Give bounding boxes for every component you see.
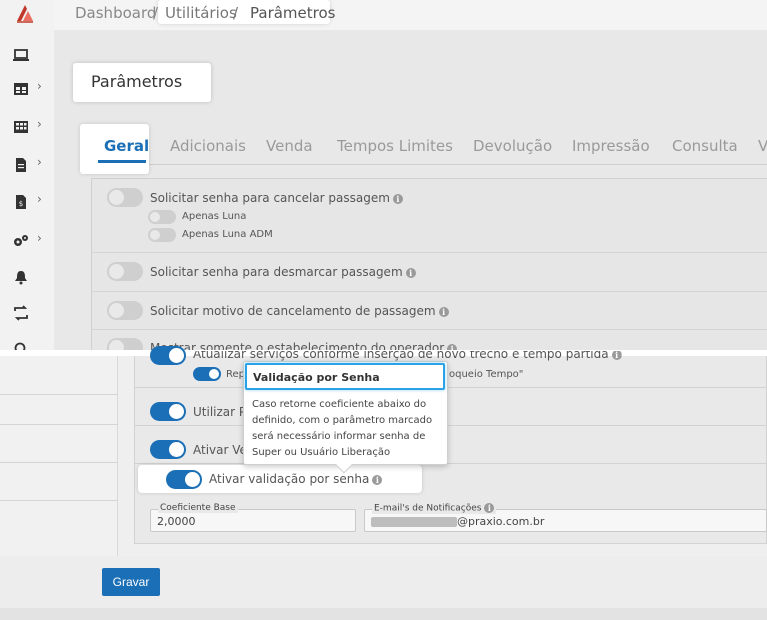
chevron-right-icon: › — [37, 79, 42, 93]
toggle-apenas-luna[interactable] — [148, 210, 176, 224]
info-icon[interactable]: i — [405, 267, 416, 278]
info-icon[interactable]: i — [484, 503, 495, 513]
tab-geral[interactable]: Geral — [104, 137, 149, 155]
tab-devolucao[interactable]: Devolução — [473, 137, 552, 155]
toggle-utilizar[interactable] — [150, 402, 186, 421]
bell-icon — [15, 271, 27, 285]
sync-icon — [14, 305, 28, 321]
toggle-atualizar-servicos[interactable] — [150, 346, 186, 365]
toggle-senha-desmarcar[interactable] — [107, 262, 143, 281]
gears-icon — [14, 235, 28, 246]
svg-text:$: $ — [19, 200, 23, 208]
save-button[interactable]: Gravar — [102, 568, 160, 596]
page-title: Parâmetros — [91, 72, 183, 91]
setting-sublabel: oqueio Tempo" — [449, 369, 524, 380]
tabs-baseline — [80, 164, 767, 165]
row-divider — [134, 425, 767, 426]
sidebar-item-dashboard[interactable] — [0, 40, 54, 70]
table-icon — [14, 83, 28, 95]
setting-sublabel: Apenas Luna — [182, 211, 247, 222]
sidebar-item-cadastros[interactable]: › — [0, 74, 54, 104]
breadcrumb-separator: / — [233, 4, 239, 22]
setting-label: Solicitar motivo de cancelamento de pass… — [150, 304, 449, 318]
redacted-text — [371, 517, 457, 527]
tab-impressao[interactable]: Impressão — [572, 137, 650, 155]
row-divider — [91, 329, 767, 330]
footer-edge — [0, 608, 767, 620]
chevron-right-icon: › — [37, 231, 42, 245]
sidebar-item-notifications[interactable] — [0, 262, 54, 292]
tooltip-title: Validação por Senha — [253, 371, 380, 384]
info-icon[interactable]: i — [372, 474, 383, 485]
sidebar: › › › $ › › — [0, 0, 54, 350]
row-divider — [91, 252, 767, 253]
setting-label: Mostrar somente o estabelecimento do ope… — [150, 341, 458, 350]
toggle-rep-sub[interactable] — [193, 367, 221, 381]
toggle-motivo-cancelamento[interactable] — [107, 301, 143, 320]
setting-label: Solicitar senha para cancelar passagem i — [150, 191, 403, 205]
coeficiente-label: Coeficiente Base — [158, 503, 238, 513]
sidebar-item-financeiro[interactable]: $ › — [0, 187, 54, 217]
laptop-icon — [13, 49, 29, 61]
toggle-apenas-luna-adm[interactable] — [148, 228, 176, 242]
row-divider — [134, 387, 767, 388]
sidebar-item-sync[interactable] — [0, 298, 54, 328]
tab-tempos-limites[interactable]: Tempos Limites — [337, 137, 453, 155]
breadcrumb-parametros: Parâmetros — [250, 4, 336, 22]
tab-active-indicator — [98, 160, 146, 163]
info-icon[interactable]: i — [611, 351, 622, 360]
document-icon — [16, 158, 26, 172]
sidebar-item-settings[interactable]: › — [0, 226, 54, 256]
toggle-mostrar-estabelecimento[interactable] — [107, 338, 143, 350]
row-divider — [91, 291, 767, 292]
chevron-right-icon: › — [37, 117, 42, 131]
chevron-right-icon: › — [37, 155, 42, 169]
grid-icon — [14, 121, 28, 133]
tab-adicionais[interactable]: Adicionais — [170, 137, 246, 155]
breadcrumb-separator: / — [153, 4, 159, 22]
breadcrumb-dashboard[interactable]: Dashboard — [75, 4, 156, 22]
toggle-ativar-verificacao[interactable] — [150, 440, 186, 459]
setting-label: Ativar validação por senha i — [209, 472, 383, 486]
email-label: E-mail's de Notificações i — [372, 503, 497, 514]
left-list — [0, 356, 118, 556]
info-icon[interactable]: i — [392, 193, 403, 204]
tab-venda[interactable]: Venda — [266, 137, 313, 155]
setting-sublabel: Apenas Luna ADM — [182, 229, 273, 240]
row-divider — [134, 463, 767, 464]
breadcrumb-utilitarios[interactable]: Utilitários — [165, 4, 237, 22]
sidebar-item-documents[interactable]: › — [0, 150, 54, 180]
tab-more[interactable]: V — [758, 137, 767, 155]
sidebar-item-grid[interactable]: › — [0, 112, 54, 142]
toggle-validacao-senha[interactable] — [166, 470, 202, 489]
setting-label: Solicitar senha para desmarcar passagem i — [150, 265, 416, 279]
info-icon[interactable]: i — [438, 306, 449, 317]
invoice-icon: $ — [16, 195, 26, 209]
search-icon — [14, 342, 26, 350]
toggle-senha-cancelar[interactable] — [107, 188, 143, 207]
tooltip-body: Caso retorne coeficiente abaixo do defin… — [252, 399, 433, 458]
top-panel: › › › $ › › Dashboard / Utilitários / Pa… — [0, 0, 767, 350]
chevron-right-icon: › — [37, 192, 42, 206]
logo-icon[interactable] — [14, 2, 36, 24]
email-value: @praxio.com.br — [457, 515, 545, 528]
tab-consulta[interactable]: Consulta — [672, 137, 738, 155]
sidebar-item-search[interactable] — [0, 334, 54, 350]
